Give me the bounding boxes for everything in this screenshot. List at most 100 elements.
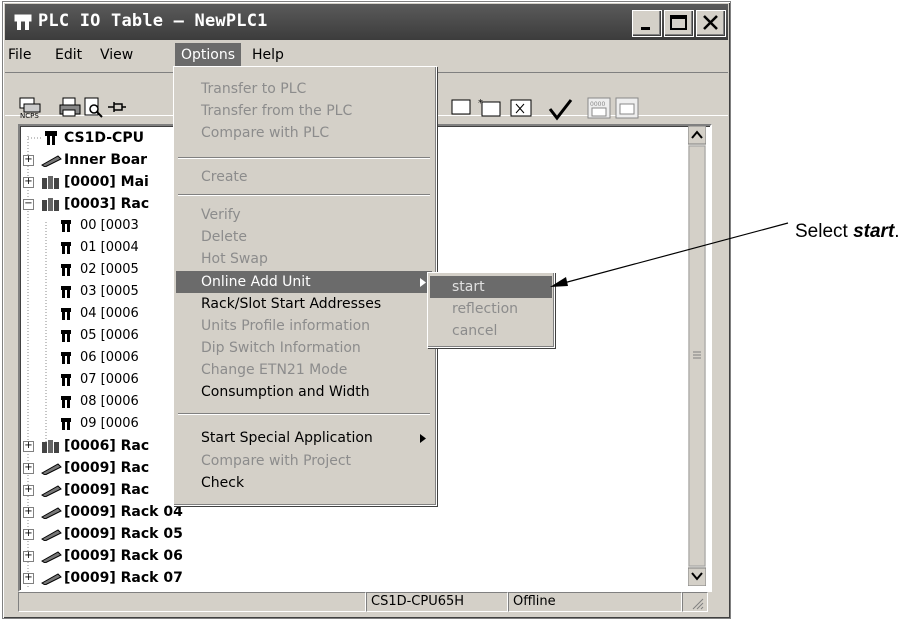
print-preview-icon[interactable]: [82, 96, 104, 118]
submenu-item-reflection[interactable]: reflection: [452, 298, 518, 320]
tree-row-label: [0009] Rack 07: [64, 570, 183, 586]
menu-item-delete[interactable]: Delete: [201, 226, 247, 248]
close-icon: [703, 15, 718, 30]
tree-row-label: [0006] Rac: [64, 438, 150, 454]
menu-view[interactable]: View: [100, 47, 133, 63]
tree-row-label: Inner Boar: [64, 152, 148, 168]
close-button[interactable]: [696, 10, 726, 37]
callout-arrow: [550, 222, 789, 287]
cpu-unit-icon: [45, 131, 57, 145]
tree-row-label: 01 [0004: [80, 240, 139, 255]
menu-item-hot-swap[interactable]: Hot Swap: [201, 248, 268, 270]
slot-unit-icon: [61, 242, 71, 254]
menu-item-rack-slot-start-addresses[interactable]: Rack/Slot Start Addresses: [201, 293, 381, 315]
main-rack-icon: [42, 440, 59, 453]
tree-row-label: CS1D-CPU: [64, 130, 144, 146]
transfer-icon[interactable]: 0000: [586, 96, 612, 120]
options-menu: Transfer to PLC Transfer from the PLC Co…: [173, 66, 437, 506]
tree-row-label: 09 [0006: [80, 416, 139, 431]
status-cpu: CS1D-CPU65H: [366, 592, 508, 612]
submenu-highlight: [430, 276, 552, 298]
rack-icon: [41, 551, 62, 563]
expand-plus-icon[interactable]: +: [23, 573, 34, 584]
slot-unit-icon: [61, 330, 71, 342]
print-icon[interactable]: [58, 96, 82, 118]
slot-unit-icon: [61, 220, 71, 232]
menu-item-online-add-unit[interactable]: Online Add Unit: [201, 271, 311, 293]
maximize-icon: [670, 15, 687, 30]
menu-file[interactable]: File: [8, 47, 31, 63]
menu-item-check[interactable]: Check: [201, 472, 244, 494]
maximize-button[interactable]: [664, 10, 694, 37]
tree-row-label: [0009] Rack 06: [64, 548, 183, 564]
tree-branch: [28, 137, 42, 139]
expand-plus-icon[interactable]: +: [23, 177, 34, 188]
tree-row-label: [0009] Rac: [64, 460, 150, 476]
compare-icon[interactable]: [614, 96, 640, 120]
tree-row-rack-06[interactable]: + [0009] Rack 06: [20, 545, 220, 567]
slot-unit-icon: [61, 418, 71, 430]
rack-icon: [41, 529, 62, 541]
slot-unit-icon: [61, 286, 71, 298]
expand-plus-icon[interactable]: +: [23, 507, 34, 518]
collapse-minus-icon[interactable]: −: [23, 199, 34, 210]
expand-plus-icon[interactable]: +: [23, 529, 34, 540]
expand-plus-icon[interactable]: +: [23, 463, 34, 474]
status-bar: CS1D-CPU65H Offline: [18, 590, 708, 612]
expand-plus-icon[interactable]: +: [23, 441, 34, 452]
menu-item-compare-with-project[interactable]: Compare with Project: [201, 450, 351, 472]
menu-item-verify[interactable]: Verify: [201, 204, 241, 226]
resize-grip-icon: [692, 598, 704, 610]
rack-icon: [41, 155, 62, 167]
tree-row-label: 03 [0005: [80, 284, 139, 299]
menu-item-compare-with-plc[interactable]: Compare with PLC: [201, 122, 329, 144]
menu-edit[interactable]: Edit: [55, 47, 82, 63]
minimize-button[interactable]: [632, 10, 662, 37]
menu-options[interactable]: Options: [175, 43, 242, 67]
pin-icon[interactable]: [106, 96, 128, 118]
tree-row-label: 08 [0006: [80, 394, 139, 409]
tree-row-label: [0009] Rack 04: [64, 504, 183, 520]
menu-help[interactable]: Help: [252, 47, 284, 63]
expand-plus-icon[interactable]: +: [23, 551, 34, 562]
menu-item-create[interactable]: Create: [201, 166, 248, 188]
tree-row-label: [0000] Mai: [64, 174, 149, 190]
svg-text:0000: 0000: [590, 101, 605, 108]
vertical-scrollbar[interactable]: [687, 125, 707, 587]
ncps-icon[interactable]: NCPS: [18, 96, 44, 120]
minimize-icon: [641, 27, 650, 30]
tree-row-label: 07 [0006: [80, 372, 139, 387]
menu-item-transfer-to-plc[interactable]: Transfer to PLC: [201, 78, 306, 100]
slot-unit-icon: [61, 374, 71, 386]
main-rack-icon: [42, 198, 59, 211]
menu-separator: [178, 413, 430, 415]
menu-separator: [178, 157, 430, 159]
rack-icon: [41, 463, 62, 475]
checkmark-icon[interactable]: [546, 96, 574, 122]
rack-icon: [41, 573, 62, 585]
tree-row-rack-05[interactable]: + [0009] Rack 05: [20, 523, 220, 545]
table-icon[interactable]: [450, 96, 472, 118]
submenu-item-cancel[interactable]: cancel: [452, 320, 497, 342]
tree-row-label: [0009] Rac: [64, 482, 150, 498]
menu-item-transfer-from-plc[interactable]: Transfer from the PLC: [201, 100, 352, 122]
menu-item-change-etn21-mode[interactable]: Change ETN21 Mode: [201, 359, 347, 381]
cut-unit-icon[interactable]: [508, 96, 534, 120]
title-bar[interactable]: PLC IO Table – NewPLC1: [5, 4, 728, 40]
tree-row-rack-07[interactable]: + [0009] Rack 07: [20, 567, 220, 589]
callout-suffix: .: [894, 221, 900, 242]
menu-item-start-special-application[interactable]: Start Special Application: [201, 427, 373, 449]
slot-unit-icon: [61, 352, 71, 364]
submenu-item-start[interactable]: start: [452, 276, 485, 298]
expand-plus-icon[interactable]: +: [23, 485, 34, 496]
slot-unit-icon: [61, 308, 71, 320]
add-unit-icon[interactable]: *: [476, 96, 502, 120]
menu-item-units-profile-information[interactable]: Units Profile information: [201, 315, 370, 337]
menu-item-dip-switch-information[interactable]: Dip Switch Information: [201, 337, 361, 359]
menu-item-consumption-and-width[interactable]: Consumption and Width: [201, 381, 370, 403]
size-grip[interactable]: [682, 592, 708, 612]
window-title: PLC IO Table – NewPLC1: [38, 11, 268, 31]
svg-text:*: *: [478, 98, 483, 109]
slot-unit-icon: [61, 264, 71, 276]
expand-plus-icon[interactable]: +: [23, 155, 34, 166]
